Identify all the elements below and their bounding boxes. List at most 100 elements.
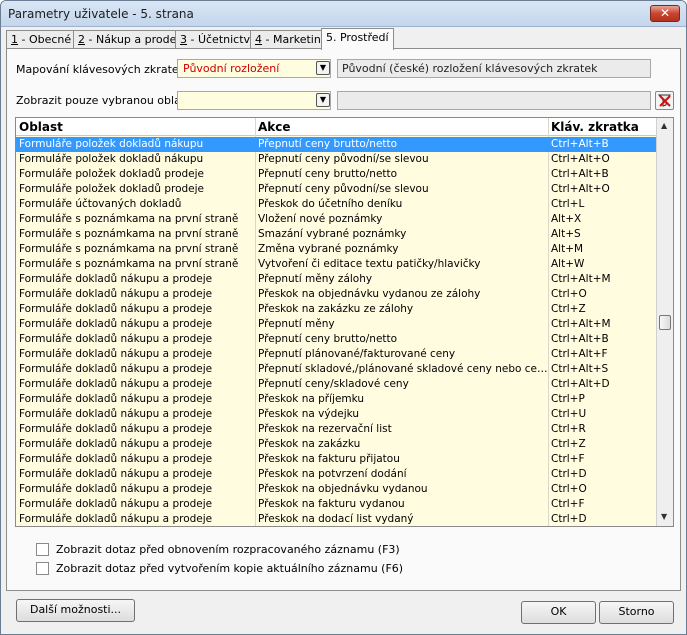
cell-akce: Přeskok na dodací list vydaný <box>258 513 414 525</box>
table-row[interactable]: Formuláře s poznámkama na první straně Zm… <box>16 242 657 257</box>
table-row[interactable]: Formuláře položek dokladů nákupu Přepnutí… <box>16 137 657 152</box>
cell-zkratka: Ctrl+Alt+M <box>551 318 611 330</box>
table-row[interactable]: Formuláře položek dokladů prodeje Přepnut… <box>16 182 657 197</box>
tab-hotkey: 2 <box>78 33 85 46</box>
table-row[interactable]: Formuláře s poznámkama na první straně Vl… <box>16 212 657 227</box>
cell-oblast: Formuláře dokladů nákupu a prodeje <box>19 318 213 330</box>
table-row[interactable]: Formuláře dokladů nákupu a prodeje Přesko… <box>16 302 657 317</box>
cell-oblast: Formuláře položek dokladů prodeje <box>19 183 205 195</box>
cell-akce: Přeskok na výdejku <box>258 408 360 420</box>
cell-akce: Smazání vybrané poznámky <box>258 228 407 240</box>
cell-akce: Přepnutí ceny původní/se slevou <box>258 153 429 165</box>
cell-akce: Přeskok na rezervační list <box>258 423 392 435</box>
tab-prostredi[interactable]: 5. Prostředí <box>321 28 394 50</box>
table-row[interactable]: Formuláře položek dokladů prodeje Přepnut… <box>16 167 657 182</box>
vertical-scrollbar[interactable]: ▲ ▼ <box>656 118 673 526</box>
tab-label: - Marketing <box>262 33 328 46</box>
table-row[interactable]: Formuláře dokladů nákupu a prodeje Přesko… <box>16 482 657 497</box>
window-title: Parametry uživatele - 5. strana <box>8 7 194 21</box>
cell-akce: Přepnutí ceny brutto/netto <box>258 168 398 180</box>
table-row[interactable]: Formuláře dokladů nákupu a prodeje Přepnu… <box>16 272 657 287</box>
cell-oblast: Formuláře dokladů nákupu a prodeje <box>19 363 213 375</box>
cell-oblast: Formuláře dokladů nákupu a prodeje <box>19 288 213 300</box>
cell-oblast: Formuláře s poznámkama na první straně <box>19 258 239 270</box>
clear-filter-button[interactable] <box>655 91 674 110</box>
mapping-value: Původní rozložení <box>183 62 280 75</box>
table-body: Formuláře položek dokladů nákupu Přepnutí… <box>16 137 657 526</box>
close-icon: ✕ <box>659 6 671 20</box>
table-row[interactable]: Formuláře dokladů nákupu a prodeje Přesko… <box>16 467 657 482</box>
close-button[interactable]: ✕ <box>650 5 680 22</box>
cell-oblast: Formuláře dokladů nákupu a prodeje <box>19 438 213 450</box>
column-header-zkratka[interactable]: Kláv. zkratka <box>551 120 639 134</box>
tab-nakup-a-prodej[interactable]: 2 - Nákup a prodej <box>73 30 185 49</box>
scroll-up-icon[interactable]: ▲ <box>661 121 667 130</box>
tab-label: - Nákup a prodej <box>85 33 180 46</box>
option-checkbox-f3[interactable] <box>36 543 49 556</box>
cell-zkratka: Ctrl+D <box>551 468 587 480</box>
column-header-oblast[interactable]: Oblast <box>19 120 63 134</box>
table-row[interactable]: Formuláře dokladů nákupu a prodeje Přesko… <box>16 497 657 512</box>
tab-ucetnictvi[interactable]: 3 - Účetnictví <box>175 30 259 49</box>
tab-label: 5. Prostředí <box>326 31 389 44</box>
cell-zkratka: Ctrl+Alt+B <box>551 138 609 150</box>
cell-akce: Přeskok na příjemku <box>258 393 365 405</box>
cell-akce: Přepnutí skladové,/plánované skladové ce… <box>258 363 548 375</box>
cancel-button[interactable]: Storno <box>599 601 674 624</box>
table-row[interactable]: Formuláře dokladů nákupu a prodeje Přepnu… <box>16 317 657 332</box>
table-row[interactable]: Formuláře dokladů nákupu a prodeje Přesko… <box>16 452 657 467</box>
cell-akce: Přepnutí ceny/skladové ceny <box>258 378 409 390</box>
cell-akce: Přeskok na objednávku vydanou <box>258 483 428 495</box>
table-row[interactable]: Formuláře dokladů nákupu a prodeje Přesko… <box>16 392 657 407</box>
mapping-label: Mapování klávesových zkratek: <box>16 63 189 76</box>
table-row[interactable]: Formuláře dokladů nákupu a prodeje Přepnu… <box>16 332 657 347</box>
table-row[interactable]: Formuláře dokladů nákupu a prodeje Přesko… <box>16 422 657 437</box>
tab-label: - Účetnictví <box>187 33 254 46</box>
cell-zkratka: Ctrl+Z <box>551 438 586 450</box>
tab-obecne[interactable]: 1 - Obecné <box>6 30 77 49</box>
column-header-akce[interactable]: Akce <box>258 120 291 134</box>
cell-oblast: Formuláře položek dokladů prodeje <box>19 168 205 180</box>
shortcuts-table[interactable]: Oblast Akce Kláv. zkratka Formuláře polo… <box>15 117 674 527</box>
table-row[interactable]: Formuláře s poznámkama na první straně Vy… <box>16 257 657 272</box>
cell-zkratka: Ctrl+Alt+O <box>551 153 610 165</box>
cell-oblast: Formuláře dokladů nákupu a prodeje <box>19 483 213 495</box>
area-filter-select[interactable]: ▼ <box>177 91 331 110</box>
table-row[interactable]: Formuláře položek dokladů nákupu Přepnutí… <box>16 152 657 167</box>
table-row[interactable]: Formuláře účtovaných dokladů Přeskok do ú… <box>16 197 657 212</box>
table-row[interactable]: Formuláře dokladů nákupu a prodeje Přesko… <box>16 287 657 302</box>
chevron-down-icon[interactable]: ▼ <box>316 93 330 107</box>
cell-zkratka: Ctrl+Alt+O <box>551 183 610 195</box>
cell-akce: Přeskok do účetního deníku <box>258 198 403 210</box>
cell-akce: Přeskok na zakázku <box>258 438 361 450</box>
option-checkbox-f6[interactable] <box>36 562 49 575</box>
table-row[interactable]: Formuláře dokladů nákupu a prodeje Přesko… <box>16 437 657 452</box>
tab-hotkey: 4 <box>255 33 262 46</box>
table-row[interactable]: Formuláře dokladů nákupu a prodeje Přepnu… <box>16 377 657 392</box>
title-bar: Parametry uživatele - 5. strana ✕ <box>1 1 686 27</box>
scrollbar-thumb[interactable] <box>659 315 671 330</box>
table-row[interactable]: Formuláře dokladů nákupu a prodeje Přesko… <box>16 512 657 526</box>
more-options-button[interactable]: Další možnosti... <box>16 599 135 622</box>
cell-oblast: Formuláře dokladů nákupu a prodeje <box>19 423 213 435</box>
table-row[interactable]: Formuláře dokladů nákupu a prodeje Přepnu… <box>16 362 657 377</box>
cell-oblast: Formuláře dokladů nákupu a prodeje <box>19 273 213 285</box>
table-row[interactable]: Formuláře dokladů nákupu a prodeje Přesko… <box>16 407 657 422</box>
cell-zkratka: Alt+W <box>551 258 585 270</box>
cell-akce: Přeskok na objednávku vydanou ze zálohy <box>258 288 481 300</box>
table-row[interactable]: Formuláře dokladů nákupu a prodeje Přepnu… <box>16 347 657 362</box>
scroll-down-icon[interactable]: ▼ <box>661 512 667 521</box>
mapping-select[interactable]: Původní rozložení ▼ <box>177 59 331 78</box>
table-row[interactable]: Formuláře s poznámkama na první straně Sm… <box>16 227 657 242</box>
cell-oblast: Formuláře dokladů nákupu a prodeje <box>19 498 213 510</box>
cell-zkratka: Alt+S <box>551 228 581 240</box>
cell-akce: Přepnutí ceny brutto/netto <box>258 138 398 150</box>
cell-akce: Přepnutí ceny brutto/netto <box>258 333 398 345</box>
ok-button[interactable]: OK <box>521 601 596 624</box>
cell-zkratka: Ctrl+O <box>551 483 587 495</box>
cell-zkratka: Ctrl+Alt+S <box>551 363 609 375</box>
tab-hotkey: 1 <box>11 33 18 46</box>
chevron-down-icon[interactable]: ▼ <box>316 61 330 75</box>
cell-oblast: Formuláře s poznámkama na první straně <box>19 213 239 225</box>
cell-zkratka: Ctrl+Alt+M <box>551 273 611 285</box>
